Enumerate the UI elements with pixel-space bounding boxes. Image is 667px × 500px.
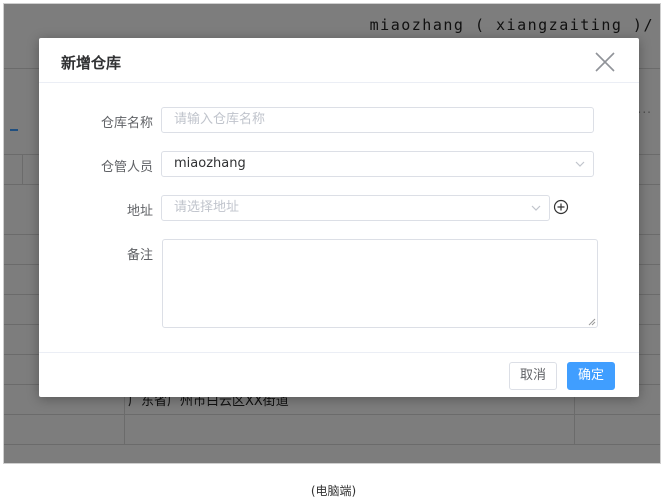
- add-warehouse-dialog: 新增仓库 仓库名称 请输入仓库名称 仓管人员 miaozhang 地址 请选择地…: [39, 38, 639, 397]
- keeper-label: 仓管人员: [100, 160, 153, 175]
- dialog-title: 新增仓库: [61, 54, 122, 72]
- screenshot-frame: miaozhang ( xiangzaiting )/ ... 广东省广州市白云…: [3, 3, 661, 464]
- warehouse-name-placeholder: 请输入仓库名称: [174, 112, 266, 127]
- chevron-down-icon: [575, 161, 585, 167]
- warehouse-name-input[interactable]: 请输入仓库名称: [161, 107, 594, 133]
- dialog-header: 新增仓库: [39, 38, 639, 83]
- chevron-down-icon: [531, 205, 541, 211]
- figure-caption: (电脑端): [310, 484, 357, 498]
- address-select[interactable]: 请选择地址: [161, 195, 550, 221]
- close-icon[interactable]: [593, 50, 617, 74]
- address-placeholder: 请选择地址: [174, 200, 240, 215]
- keeper-select[interactable]: miaozhang: [161, 151, 594, 177]
- resize-handle-icon[interactable]: [588, 318, 596, 326]
- remark-label: 备注: [126, 248, 153, 263]
- warehouse-name-label: 仓库名称: [100, 116, 153, 131]
- cancel-button[interactable]: 取消: [509, 362, 557, 390]
- add-address-icon[interactable]: [553, 199, 569, 215]
- remark-textarea[interactable]: [162, 239, 598, 328]
- address-label: 地址: [126, 204, 153, 219]
- dialog-footer-divider: [39, 352, 639, 353]
- confirm-button[interactable]: 确定: [567, 362, 615, 390]
- keeper-value: miaozhang: [174, 156, 246, 171]
